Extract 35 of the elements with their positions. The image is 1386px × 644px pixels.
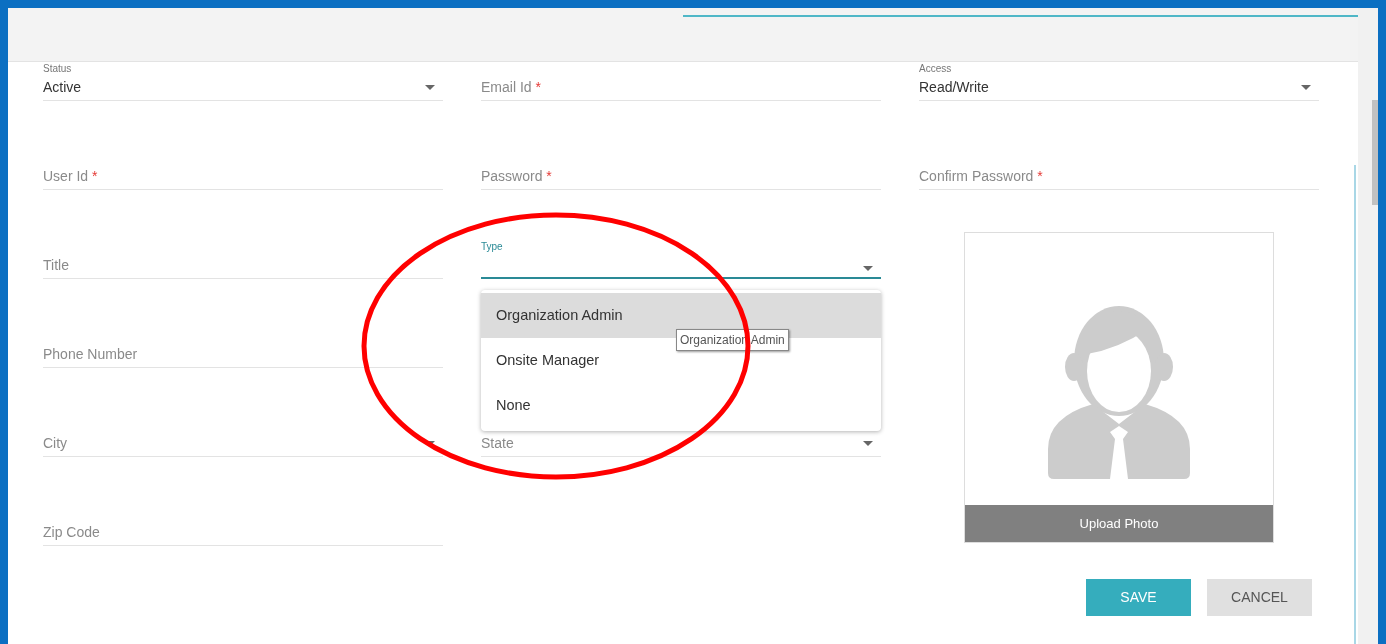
select-field[interactable]: Type (481, 240, 881, 279)
select-field[interactable]: State (481, 418, 881, 457)
input-field[interactable]: Email Id * (481, 62, 881, 101)
scrollbar-thumb[interactable] (1372, 100, 1378, 205)
input-field[interactable]: Confirm Password * (919, 151, 1319, 190)
cancel-button[interactable]: CANCEL (1207, 579, 1312, 616)
input-field[interactable]: Zip Code (43, 507, 443, 546)
placeholder-text: State (481, 436, 514, 450)
placeholder-text: Title (43, 258, 69, 272)
save-button[interactable]: SAVE (1086, 579, 1191, 616)
field-label: Type (481, 242, 504, 252)
select-field[interactable]: Access Read/Write (919, 62, 1319, 101)
placeholder-text: Password * (481, 169, 552, 183)
placeholder-text: Phone Number (43, 347, 138, 361)
dropdown-caret-icon (863, 440, 873, 446)
placeholder-text: Zip Code (43, 525, 100, 539)
input-field[interactable]: User Id * (43, 151, 443, 190)
input-field[interactable]: Password * (481, 151, 881, 190)
upload-photo-button[interactable]: Upload Photo (965, 505, 1273, 542)
menu-option[interactable]: None (481, 383, 881, 428)
placeholder-text: Email Id * (481, 80, 541, 94)
input-field[interactable]: Phone Number (43, 329, 443, 368)
dropdown-caret-icon (1301, 84, 1311, 90)
field-value: Active (43, 80, 82, 94)
tooltip: Organization Admin (676, 329, 789, 351)
field-label: Access (919, 64, 953, 74)
placeholder-text: User Id * (43, 169, 98, 183)
field-value: Read/Write (919, 80, 989, 94)
select-field[interactable]: Status Active (43, 62, 443, 101)
dropdown-caret-icon (863, 266, 873, 271)
field-label: Status (43, 64, 73, 74)
input-field[interactable]: Title (43, 240, 443, 279)
placeholder-text: City (43, 436, 68, 450)
dropdown-caret-icon (425, 84, 435, 90)
placeholder-text: Confirm Password * (919, 169, 1043, 183)
